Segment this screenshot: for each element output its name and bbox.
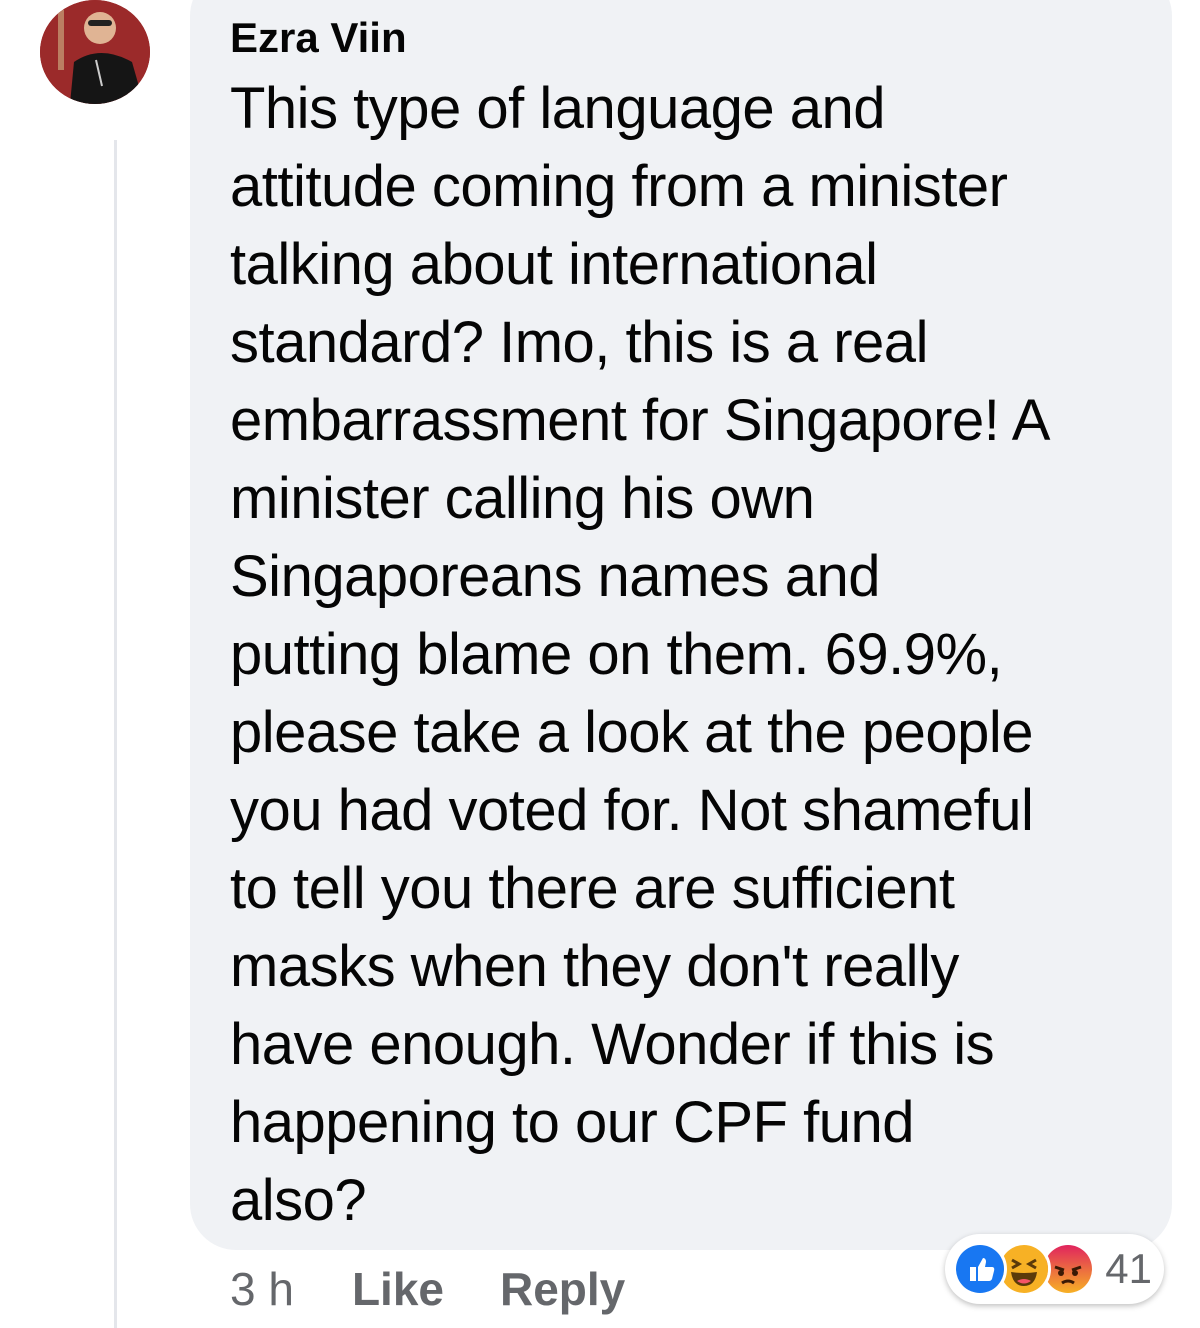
avatar[interactable] (40, 0, 150, 104)
comment-actions: 3 h Like Reply (230, 1262, 681, 1316)
reply-button[interactable]: Reply (500, 1262, 625, 1316)
comment-timestamp[interactable]: 3 h (230, 1262, 294, 1316)
comment-author[interactable]: Ezra Viin (230, 12, 1142, 64)
like-button[interactable]: Like (352, 1262, 444, 1316)
reactions-summary[interactable]: 41 (945, 1234, 1164, 1304)
comment-bubble: Ezra Viin This type of language and atti… (190, 0, 1172, 1250)
thread-line (114, 140, 117, 1328)
comment-text: This type of language and attitude comin… (230, 76, 1050, 1233)
profile-photo-icon (40, 0, 150, 104)
reaction-count: 41 (1105, 1245, 1152, 1292)
like-icon (953, 1242, 1008, 1296)
